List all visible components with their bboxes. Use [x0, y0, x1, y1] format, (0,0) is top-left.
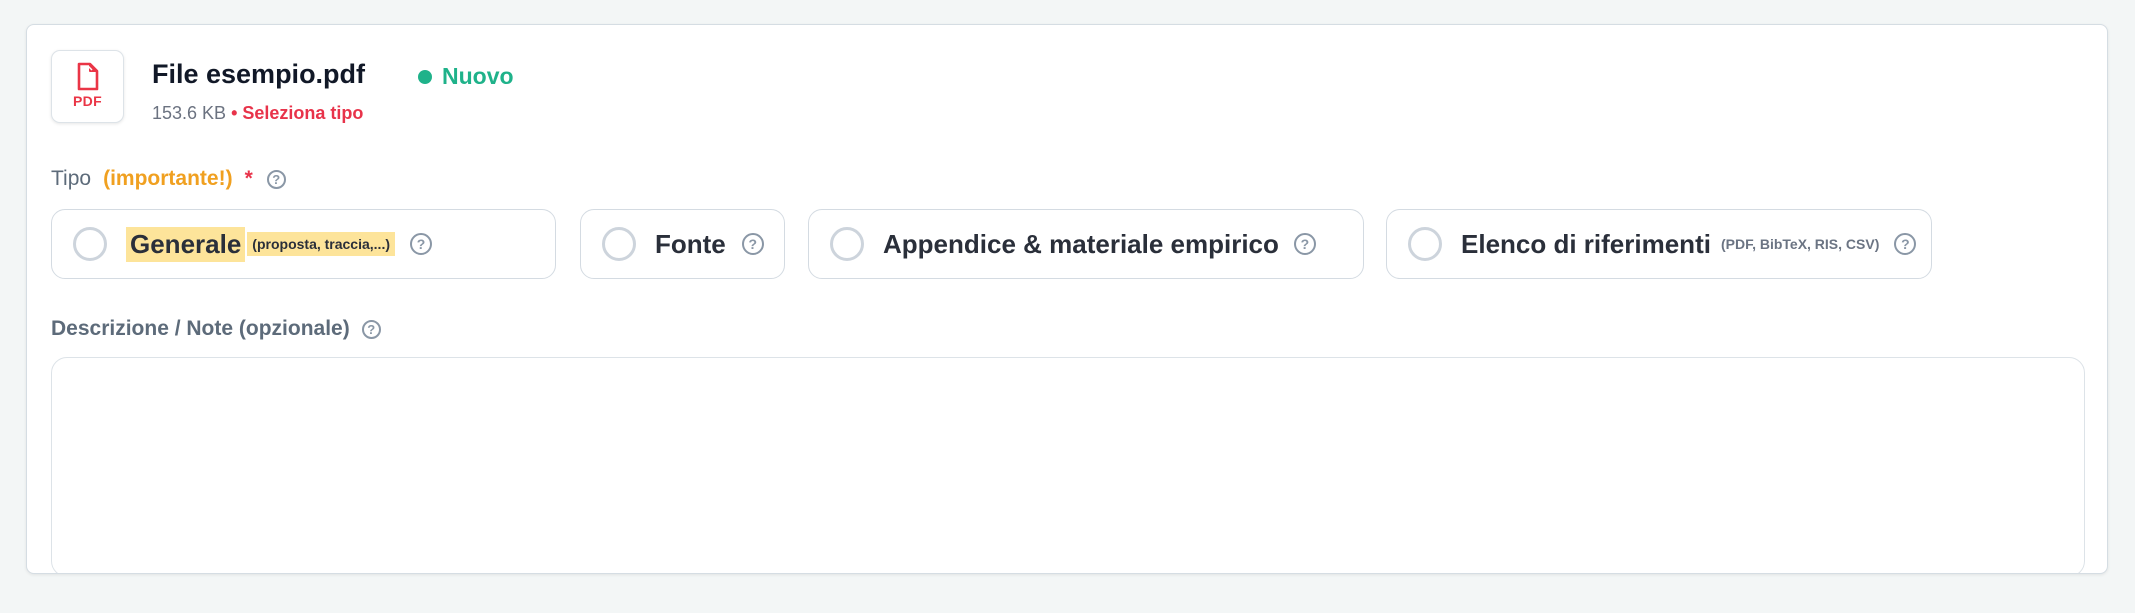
status-label: Nuovo [442, 63, 514, 89]
type-field-label: Tipo (importante!) * ? [51, 167, 286, 191]
type-warning: • Seleziona tipo [231, 103, 364, 123]
file-size: 153.6 KB [152, 103, 227, 123]
help-icon[interactable]: ? [1293, 233, 1316, 255]
help-icon[interactable]: ? [1894, 233, 1917, 255]
file-meta: 153.6 KB • Seleziona tipo [152, 103, 363, 124]
type-option-label: Appendice & materiale empirico [883, 228, 1279, 259]
radio-icon[interactable] [602, 227, 636, 261]
status-dot-icon [418, 69, 432, 84]
status-badge: Nuovo [418, 63, 514, 90]
help-icon[interactable]: ? [410, 233, 432, 255]
type-option-generale[interactable]: Generale (proposta, traccia,...) ? [51, 209, 556, 279]
file-name: File esempio.pdf [152, 59, 366, 89]
help-icon[interactable]: ? [741, 233, 764, 255]
type-option-hint: (PDF, BibTeX, RIS, CSV) [1720, 236, 1880, 252]
required-mark: * [244, 167, 253, 190]
type-option-label: Generale [126, 226, 246, 262]
help-icon[interactable]: ? [266, 169, 286, 189]
description-textarea[interactable] [51, 357, 2085, 573]
type-option-hint: (proposta, traccia,...) [247, 232, 395, 256]
description-field-label: Descrizione / Note (opzionale) ? [51, 317, 381, 341]
pdf-file-icon: PDF [51, 50, 124, 123]
important-note: (importante!) [103, 167, 233, 190]
radio-icon[interactable] [1408, 227, 1442, 261]
type-option-label: Fonte [655, 228, 726, 259]
radio-icon[interactable] [830, 227, 864, 261]
document-icon [77, 62, 98, 91]
type-option-appendice[interactable]: Appendice & materiale empirico ? [808, 209, 1364, 279]
type-option-fonte[interactable]: Fonte ? [580, 209, 785, 279]
type-option-label: Elenco di riferimenti [1461, 228, 1711, 259]
help-icon[interactable]: ? [361, 319, 381, 339]
type-label: Tipo [51, 167, 92, 190]
type-option-riferimenti[interactable]: Elenco di riferimenti (PDF, BibTeX, RIS,… [1386, 209, 1932, 279]
file-extension-label: PDF [73, 93, 102, 109]
radio-icon[interactable] [73, 227, 107, 261]
file-upload-card: PDF File esempio.pdf Nuovo 153.6 KB • Se… [26, 24, 2108, 574]
description-label: Descrizione / Note (opzionale) [51, 317, 350, 340]
